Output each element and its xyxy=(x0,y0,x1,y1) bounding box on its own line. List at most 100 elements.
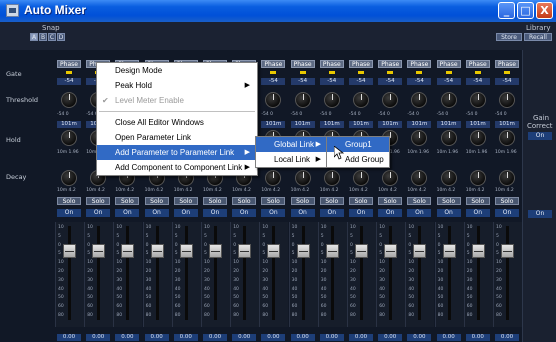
master-on-button[interactable]: On xyxy=(528,210,552,218)
snap-c-button[interactable]: C xyxy=(48,33,56,41)
solo-button[interactable]: Solo xyxy=(261,197,286,205)
solo-button[interactable]: Solo xyxy=(232,197,257,205)
fader-handle[interactable] xyxy=(209,244,222,258)
hold-knob[interactable] xyxy=(499,130,515,146)
submenu-item[interactable]: Global Link ▶ xyxy=(256,137,328,152)
solo-button[interactable]: Solo xyxy=(115,197,140,205)
fader-handle[interactable] xyxy=(296,244,310,258)
fader[interactable]: 10 5 0 5 10 20 30 40 50 60 80 xyxy=(463,222,493,327)
threshold-knob[interactable] xyxy=(499,92,515,108)
menu-item[interactable]: Design Mode xyxy=(97,63,257,78)
hold-knob[interactable] xyxy=(469,130,486,146)
hold-knob[interactable] xyxy=(61,130,77,146)
on-button[interactable]: On xyxy=(290,209,315,217)
menu-item[interactable]: Add Parameter to Parameter Link ▶ xyxy=(97,145,257,160)
on-button[interactable]: On xyxy=(232,209,257,217)
on-button[interactable]: On xyxy=(495,209,519,217)
threshold-knob[interactable] xyxy=(294,92,311,108)
on-button[interactable]: On xyxy=(86,209,111,217)
phase-button[interactable]: Phase xyxy=(407,60,432,68)
app-icon[interactable] xyxy=(6,4,19,17)
fader-handle[interactable] xyxy=(238,244,252,258)
decay-knob[interactable] xyxy=(353,170,369,186)
snap-d-button[interactable]: D xyxy=(57,33,65,41)
on-button[interactable]: On xyxy=(173,209,198,217)
on-button[interactable]: On xyxy=(115,209,140,217)
menu-item[interactable]: Open Parameter Link xyxy=(97,130,257,145)
on-button[interactable]: On xyxy=(203,209,227,217)
fader-handle[interactable] xyxy=(471,244,485,258)
on-button[interactable]: On xyxy=(261,209,286,217)
phase-button[interactable]: Phase xyxy=(261,60,286,68)
menu-item[interactable]: Add Component to Component Link ▶ xyxy=(97,160,257,175)
solo-button[interactable]: Solo xyxy=(290,197,315,205)
solo-button[interactable]: Solo xyxy=(173,197,198,205)
decay-knob[interactable] xyxy=(61,170,77,186)
on-button[interactable]: On xyxy=(319,209,344,217)
fader[interactable]: 10 5 0 5 10 20 30 40 50 60 80 xyxy=(288,222,318,327)
solo-button[interactable]: Solo xyxy=(407,197,432,205)
on-button[interactable]: On xyxy=(407,209,432,217)
fader[interactable]: 10 5 0 5 10 20 30 40 50 60 80 xyxy=(230,222,260,327)
submenu-item[interactable]: Local Link ▶ xyxy=(256,152,328,167)
fader[interactable]: 10 5 0 5 10 20 30 40 50 60 80 xyxy=(434,222,464,327)
fader[interactable]: 10 5 0 5 10 20 30 40 50 60 80 xyxy=(493,222,522,327)
on-button[interactable]: On xyxy=(436,209,461,217)
hold-knob[interactable] xyxy=(440,130,457,146)
fader-handle[interactable] xyxy=(150,244,164,258)
fader[interactable]: 10 5 0 5 10 20 30 40 50 60 80 xyxy=(347,222,376,327)
fader[interactable]: 10 5 0 5 10 20 30 40 50 60 80 xyxy=(113,222,143,327)
phase-button[interactable]: Phase xyxy=(349,60,373,68)
fader[interactable]: 10 5 0 5 10 20 30 40 50 60 80 xyxy=(376,222,406,327)
phase-button[interactable]: Phase xyxy=(319,60,344,68)
store-button[interactable]: Store xyxy=(496,33,522,41)
on-button[interactable]: On xyxy=(144,209,169,217)
fader-handle[interactable] xyxy=(63,244,76,258)
on-button[interactable]: On xyxy=(349,209,373,217)
gain-correct-on-button[interactable]: On xyxy=(528,132,552,140)
fader-handle[interactable] xyxy=(121,244,135,258)
fader[interactable]: 10 5 0 5 10 20 30 40 50 60 80 xyxy=(201,222,230,327)
decay-knob[interactable] xyxy=(323,170,340,186)
phase-button[interactable]: Phase xyxy=(436,60,461,68)
solo-button[interactable]: Solo xyxy=(57,197,81,205)
solo-button[interactable]: Solo xyxy=(349,197,373,205)
fader[interactable]: 10 5 0 5 10 20 30 40 50 60 80 xyxy=(55,222,84,327)
phase-button[interactable]: Phase xyxy=(465,60,490,68)
menu-item[interactable]: Close All Editor Windows xyxy=(97,115,257,130)
minimize-button[interactable]: _ xyxy=(498,2,515,19)
fader[interactable]: 10 5 0 5 10 20 30 40 50 60 80 xyxy=(259,222,289,327)
decay-knob[interactable] xyxy=(440,170,457,186)
phase-button[interactable]: Phase xyxy=(57,60,81,68)
phase-button[interactable]: Phase xyxy=(495,60,519,68)
fader-handle[interactable] xyxy=(442,244,456,258)
recall-button[interactable]: Recall xyxy=(524,33,552,41)
solo-button[interactable]: Solo xyxy=(378,197,403,205)
solo-button[interactable]: Solo xyxy=(319,197,344,205)
fader-handle[interactable] xyxy=(267,244,281,258)
decay-knob[interactable] xyxy=(294,170,311,186)
solo-button[interactable]: Solo xyxy=(495,197,519,205)
fader-handle[interactable] xyxy=(179,244,193,258)
snap-a-button[interactable]: A xyxy=(30,33,38,41)
threshold-knob[interactable] xyxy=(353,92,369,108)
maximize-button[interactable]: □ xyxy=(517,2,534,19)
fader-handle[interactable] xyxy=(325,244,339,258)
fader-handle[interactable] xyxy=(413,244,427,258)
solo-button[interactable]: Solo xyxy=(86,197,111,205)
menu-item[interactable]: Peak Hold ▶ xyxy=(97,78,257,93)
threshold-knob[interactable] xyxy=(323,92,340,108)
on-button[interactable]: On xyxy=(57,209,81,217)
solo-button[interactable]: Solo xyxy=(465,197,490,205)
fader-handle[interactable] xyxy=(355,244,368,258)
threshold-knob[interactable] xyxy=(469,92,486,108)
fader[interactable]: 10 5 0 5 10 20 30 40 50 60 80 xyxy=(405,222,435,327)
solo-button[interactable]: Solo xyxy=(436,197,461,205)
fader[interactable]: 10 5 0 5 10 20 30 40 50 60 80 xyxy=(317,222,347,327)
close-button[interactable]: X xyxy=(536,2,553,19)
title-bar[interactable]: Auto Mixer _ □ X xyxy=(0,0,556,22)
fader[interactable]: 10 5 0 5 10 20 30 40 50 60 80 xyxy=(142,222,172,327)
solo-button[interactable]: Solo xyxy=(203,197,227,205)
phase-button[interactable]: Phase xyxy=(378,60,403,68)
fader-handle[interactable] xyxy=(384,244,398,258)
